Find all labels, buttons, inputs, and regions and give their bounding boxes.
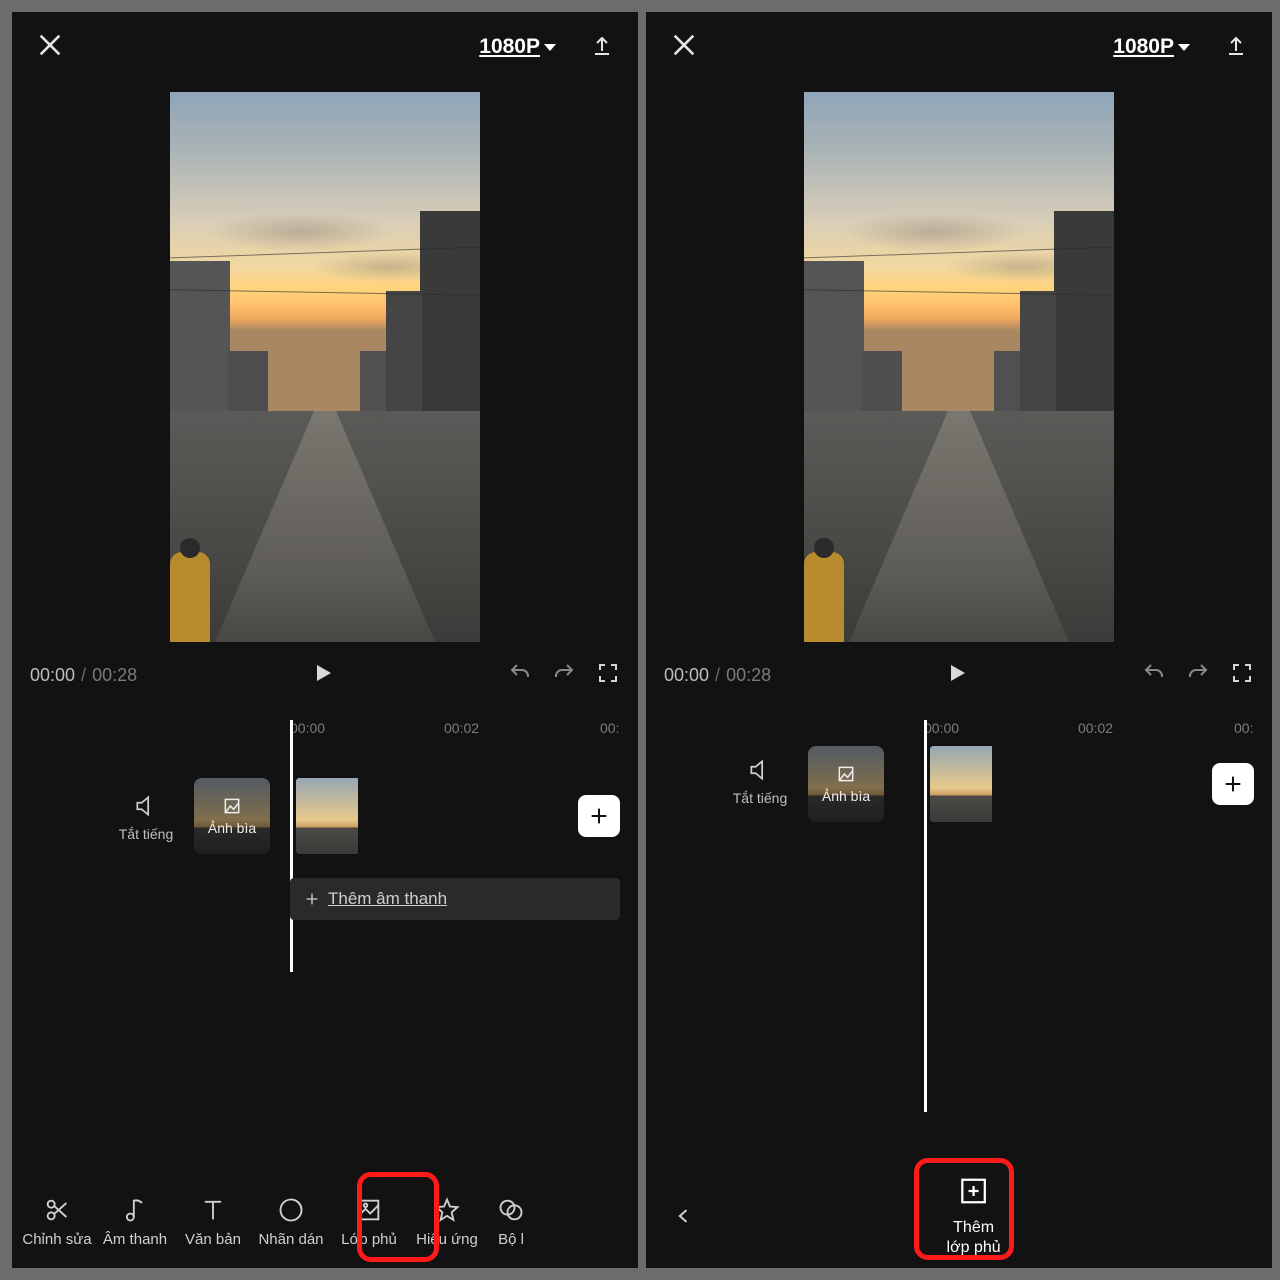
ruler-tick: 00:00 [924,720,959,736]
caret-down-icon [544,44,556,51]
video-clip[interactable] [930,746,1260,822]
play-button[interactable] [945,661,969,690]
tool-edit[interactable]: Chỉnh sửa [18,1195,96,1248]
caret-down-icon [1178,44,1190,51]
time-sep: / [81,665,86,686]
ruler-tick: 00:00 [290,720,325,736]
time-current: 00:00 [664,665,709,686]
ruler-tick: 00: [600,720,619,736]
mute-label: Tắt tiếng [108,826,184,842]
close-button[interactable] [36,31,64,64]
editor-screen-left: 1080P 00:00 / 00:28 [12,12,638,1268]
close-button[interactable] [670,31,698,64]
add-clip-button[interactable] [1212,763,1254,805]
resolution-label: 1080P [479,35,540,59]
ruler-tick: 00: [1234,720,1253,736]
ruler-tick: 00:02 [1078,720,1113,736]
add-audio-bar[interactable]: Thêm âm thanh [290,878,620,920]
fullscreen-button[interactable] [596,661,620,690]
editor-screen-right: 1080P 00:00 / 00:28 [646,12,1272,1268]
mute-label: Tắt tiếng [722,790,798,806]
back-button[interactable] [652,1206,716,1226]
preview-area [12,82,638,652]
resolution-dropdown[interactable]: 1080P [1113,35,1190,59]
add-overlay-label-1: Thêm [947,1218,1001,1238]
tool-overlay[interactable]: Lớp phủ [330,1195,408,1248]
undo-button[interactable] [508,661,532,690]
mute-toggle[interactable]: Tắt tiếng [722,756,798,806]
video-clip[interactable] [296,778,626,854]
music-note-icon [121,1195,149,1225]
resolution-dropdown[interactable]: 1080P [479,35,556,59]
add-overlay-button[interactable]: Thêm lớp phủ [947,1176,1001,1258]
text-icon [199,1195,227,1225]
timeline-area[interactable]: Tắt tiếng Ảnh bìa [646,742,1272,1052]
add-audio-label: Thêm âm thanh [328,889,447,909]
time-duration: 00:28 [92,665,137,686]
timeline-area[interactable]: Tắt tiếng Ảnh bìa Thêm âm thanh [12,742,638,972]
mute-toggle[interactable]: Tắt tiếng [108,792,184,842]
resolution-label: 1080P [1113,35,1174,59]
tool-effect[interactable]: Hiệu ứng [408,1195,486,1248]
sticker-icon [277,1195,305,1225]
add-overlay-icon [959,1176,989,1212]
bottom-toolbar: Chỉnh sửa Âm thanh Văn bản Nhãn dán Lớp … [12,1174,638,1268]
transport-bar: 00:00 / 00:28 [646,652,1272,698]
playhead[interactable] [924,720,927,1112]
undo-button[interactable] [1142,661,1166,690]
top-bar: 1080P [12,12,638,82]
star-icon [433,1195,461,1225]
export-button[interactable] [590,31,614,64]
scissors-icon [43,1195,71,1225]
timeline-ruler[interactable]: 00:00 00:02 00: [12,720,638,742]
tool-text[interactable]: Văn bản [174,1195,252,1248]
playhead[interactable] [290,720,293,972]
transport-bar: 00:00 / 00:28 [12,652,638,698]
redo-button[interactable] [1186,661,1210,690]
export-button[interactable] [1224,31,1248,64]
time-duration: 00:28 [726,665,771,686]
top-bar: 1080P [646,12,1272,82]
redo-button[interactable] [552,661,576,690]
preview-area [646,82,1272,652]
time-sep: / [715,665,720,686]
cover-label: Ảnh bìa [208,820,256,836]
cover-thumbnail[interactable]: Ảnh bìa [194,778,270,854]
tool-audio[interactable]: Âm thanh [96,1195,174,1248]
add-overlay-label-2: lớp phủ [947,1238,1001,1258]
time-current: 00:00 [30,665,75,686]
overlay-icon [355,1195,383,1225]
filter-icon [497,1195,525,1225]
fullscreen-button[interactable] [1230,661,1254,690]
tool-filter[interactable]: Bộ l [486,1195,536,1248]
add-clip-button[interactable] [578,795,620,837]
timeline-ruler[interactable]: 00:00 00:02 00: [646,720,1272,742]
ruler-tick: 00:02 [444,720,479,736]
video-preview[interactable] [804,92,1114,642]
cover-thumbnail[interactable]: Ảnh bìa [808,746,884,822]
play-button[interactable] [311,661,335,690]
video-preview[interactable] [170,92,480,642]
cover-label: Ảnh bìa [822,788,870,804]
tool-sticker[interactable]: Nhãn dán [252,1195,330,1248]
